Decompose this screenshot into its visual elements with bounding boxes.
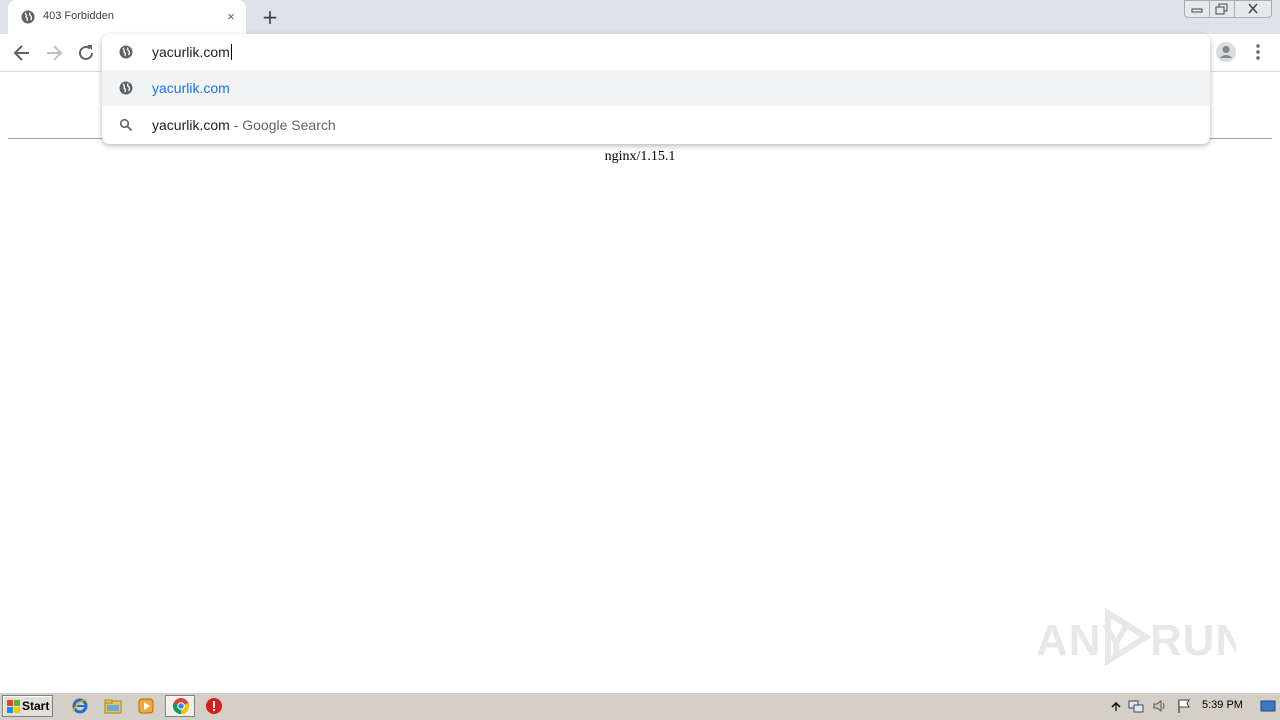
system-tray (1106, 695, 1280, 717)
text-caret (230, 44, 232, 60)
close-icon (1248, 3, 1258, 14)
omnibox-input[interactable]: yacurlik.com (102, 34, 1210, 70)
globe-icon (119, 45, 133, 59)
new-tab-button[interactable]: + (258, 5, 282, 29)
show-desktop-icon[interactable] (1260, 698, 1276, 714)
suggestion-query: yacurlik.com (152, 117, 230, 133)
windows-logo-icon (7, 700, 20, 713)
server-signature: nginx/1.15.1 (604, 149, 676, 164)
omnibox-suggestion-url[interactable]: yacurlik.com (102, 70, 1210, 106)
globe-icon (21, 10, 35, 24)
omnibox-dropdown: yacurlik.com yacurlik.com yacurlik.com -… (102, 34, 1210, 144)
tab-title: 403 Forbidden (43, 10, 114, 22)
omnibox-input-value: yacurlik.com (152, 44, 230, 60)
stop-sign-icon[interactable] (205, 697, 223, 715)
tab-403-forbidden[interactable]: 403 Forbidden × (8, 0, 246, 34)
search-icon (119, 118, 133, 132)
forward-arrow-icon[interactable] (43, 42, 65, 64)
network-icon[interactable] (1128, 698, 1144, 714)
globe-icon (119, 81, 133, 95)
suggestion-separator: - (229, 117, 243, 133)
chrome-icon (172, 698, 190, 715)
taskbar-clock[interactable]: 5:39 PM (1202, 699, 1243, 711)
watermark-text-right: RUN (1150, 616, 1236, 665)
suggestion-provider: Google Search (242, 117, 336, 133)
file-explorer-icon[interactable] (104, 697, 122, 715)
tab-close-icon[interactable]: × (222, 8, 240, 26)
omnibox-suggestion-search[interactable]: yacurlik.com - Google Search (102, 107, 1210, 143)
reload-icon[interactable] (75, 42, 97, 64)
media-player-icon[interactable] (137, 697, 155, 715)
suggestion-url-text: yacurlik.com (152, 80, 230, 96)
back-arrow-icon[interactable] (11, 42, 33, 64)
window-close-button[interactable] (1234, 0, 1272, 18)
start-button[interactable]: Start (2, 695, 53, 717)
window-minimize-button[interactable] (1184, 0, 1210, 18)
profile-avatar-icon[interactable] (1215, 41, 1237, 63)
action-center-flag-icon[interactable] (1176, 698, 1192, 714)
start-label: Start (22, 699, 50, 713)
window-restore-button[interactable] (1209, 0, 1235, 18)
show-hidden-icons-icon[interactable] (1108, 698, 1124, 714)
minimize-icon (1191, 8, 1203, 13)
restore-icon (1215, 3, 1228, 15)
anyrun-watermark: ANY RUN (1036, 607, 1236, 665)
chrome-taskbar-button[interactable] (165, 695, 195, 717)
volume-icon[interactable] (1152, 698, 1168, 714)
more-vert-icon[interactable] (1250, 42, 1266, 62)
internet-explorer-icon[interactable] (71, 697, 89, 715)
